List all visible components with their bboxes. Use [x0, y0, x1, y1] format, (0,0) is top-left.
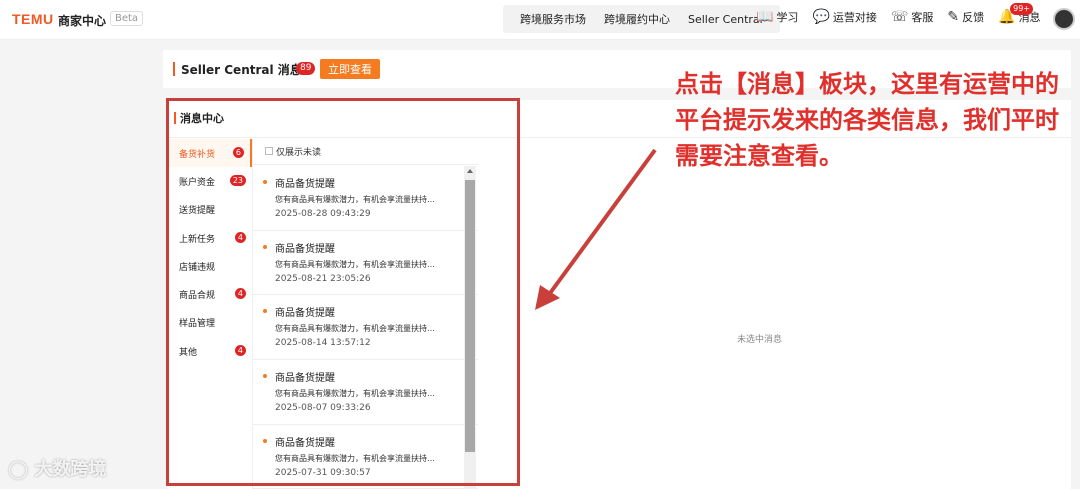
watermark-icon: ◯ [8, 459, 29, 480]
watermark-text: 大数跨境 [34, 459, 107, 480]
watermark: ◯ 大数跨境 [8, 455, 106, 481]
annotation-text: 点击【消息】板块，这里有运营中的平台提示发来的各类信息，我们平时需要注意查看。 [675, 70, 1059, 170]
